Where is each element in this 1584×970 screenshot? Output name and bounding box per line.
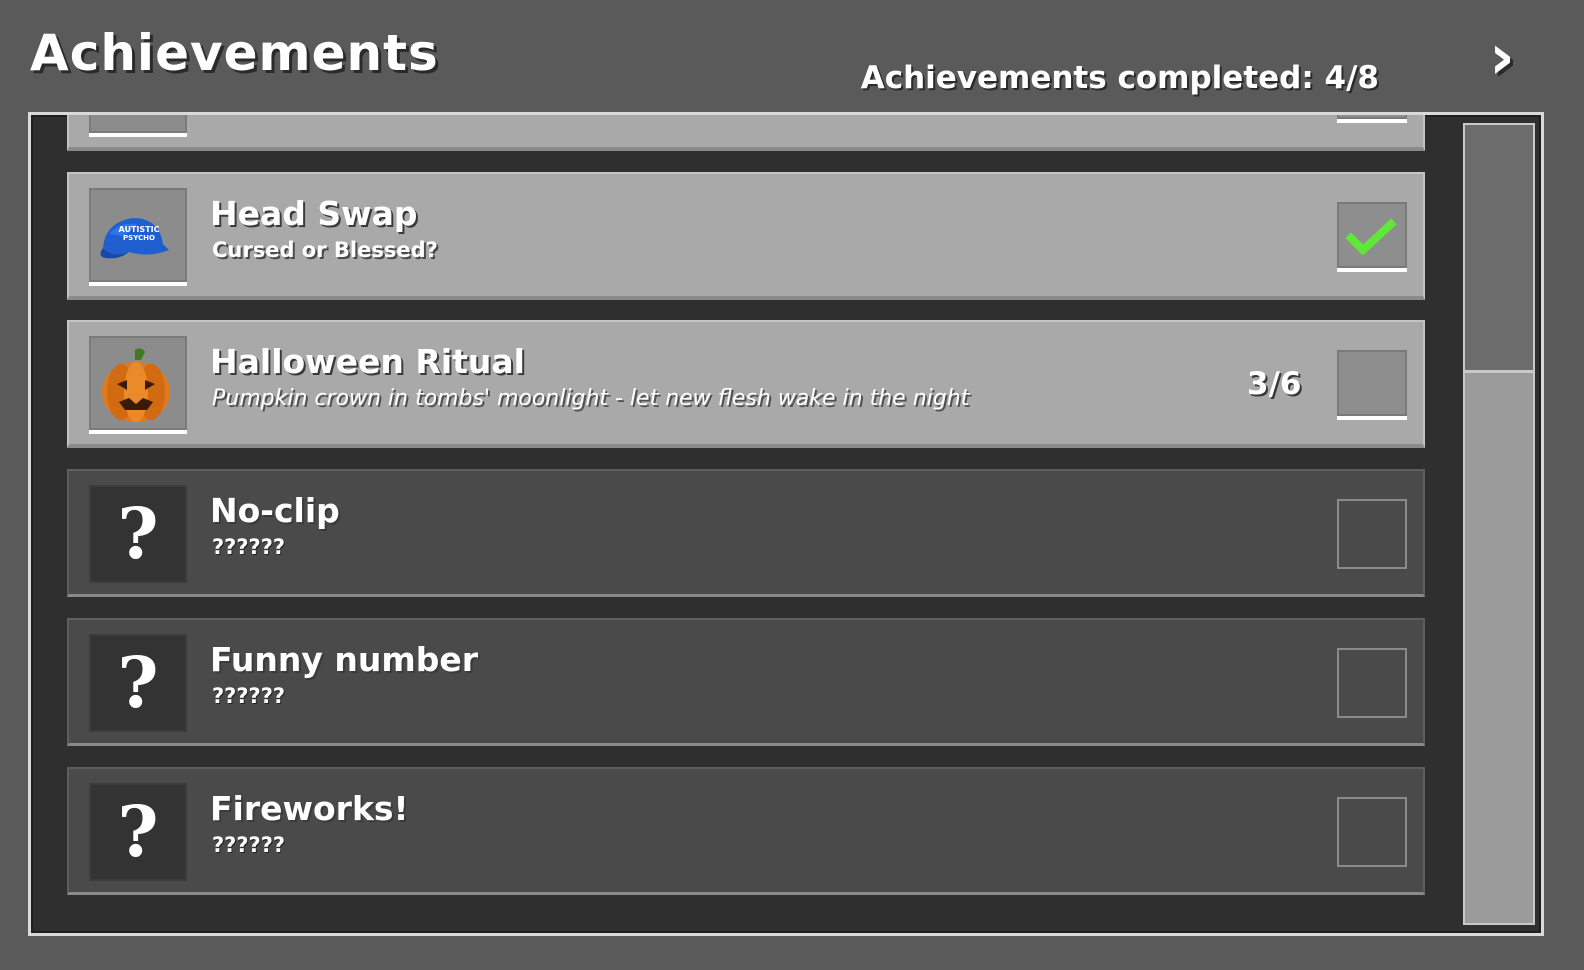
check-icon <box>1345 218 1397 256</box>
question-mark-icon: ? <box>117 641 159 724</box>
achievement-name: No-clip <box>210 491 340 530</box>
next-page-button[interactable]: › <box>1478 26 1526 88</box>
svg-text:PSYCHO: PSYCHO <box>123 234 155 242</box>
achievement-name: Head Swap <box>210 194 418 233</box>
achievement-checkbox[interactable] <box>1337 797 1407 867</box>
achievements-panel[interactable]: AUTISTIC PSYCHO Head Swap Cursed or Bles… <box>28 112 1544 936</box>
achievement-icon-frame: ? <box>89 485 187 583</box>
svg-text:AUTISTIC: AUTISTIC <box>119 225 160 234</box>
achievement-progress-count: 3/6 <box>1247 366 1302 402</box>
achievements-completed-counter: Achievements completed: 4/8 <box>860 60 1379 96</box>
achievement-checkbox[interactable] <box>1337 499 1407 569</box>
achievement-icon-frame: AUTISTIC PSYCHO <box>89 188 187 286</box>
achievement-icon-frame: ? <box>89 783 187 881</box>
achievement-checkbox[interactable] <box>1337 115 1407 123</box>
achievements-list[interactable]: AUTISTIC PSYCHO Head Swap Cursed or Bles… <box>67 115 1427 933</box>
achievement-checkbox[interactable] <box>1337 648 1407 718</box>
achievement-description: ?????? <box>212 833 286 857</box>
achievement-row-no-clip[interactable]: ? No-clip ?????? <box>67 469 1425 597</box>
scrollbar-track[interactable] <box>1463 123 1535 925</box>
achievement-checkbox[interactable] <box>1337 202 1407 272</box>
achievement-description: Pumpkin crown in tombs' moonlight - let … <box>212 386 970 411</box>
achievement-row-head-swap[interactable]: AUTISTIC PSYCHO Head Swap Cursed or Bles… <box>67 172 1425 300</box>
achievement-name: Funny number <box>210 640 479 679</box>
achievement-icon-frame <box>89 115 187 137</box>
blue-cap-icon: AUTISTIC PSYCHO <box>100 218 169 259</box>
page-title: Achievements <box>30 24 439 82</box>
achievement-row[interactable] <box>67 115 1425 151</box>
achievement-row-fireworks[interactable]: ? Fireworks! ?????? <box>67 767 1425 895</box>
achievement-description: ?????? <box>212 684 286 708</box>
achievement-row-halloween-ritual[interactable]: Halloween Ritual Pumpkin crown in tombs'… <box>67 320 1425 448</box>
question-mark-icon: ? <box>117 790 159 873</box>
pumpkin-icon <box>102 348 170 422</box>
achievement-checkbox[interactable] <box>1337 350 1407 420</box>
achievement-description: ?????? <box>212 535 286 559</box>
question-mark-icon: ? <box>117 492 159 575</box>
achievement-icon-frame: ? <box>89 634 187 732</box>
scrollbar-thumb[interactable] <box>1465 125 1533 373</box>
achievement-name: Fireworks! <box>210 789 409 828</box>
achievement-icon-frame <box>89 336 187 434</box>
chevron-right-icon: › <box>1489 20 1515 93</box>
achievement-name: Halloween Ritual <box>210 342 525 381</box>
achievement-row-funny-number[interactable]: ? Funny number ?????? <box>67 618 1425 746</box>
achievement-description: Cursed or Blessed? <box>212 238 438 262</box>
